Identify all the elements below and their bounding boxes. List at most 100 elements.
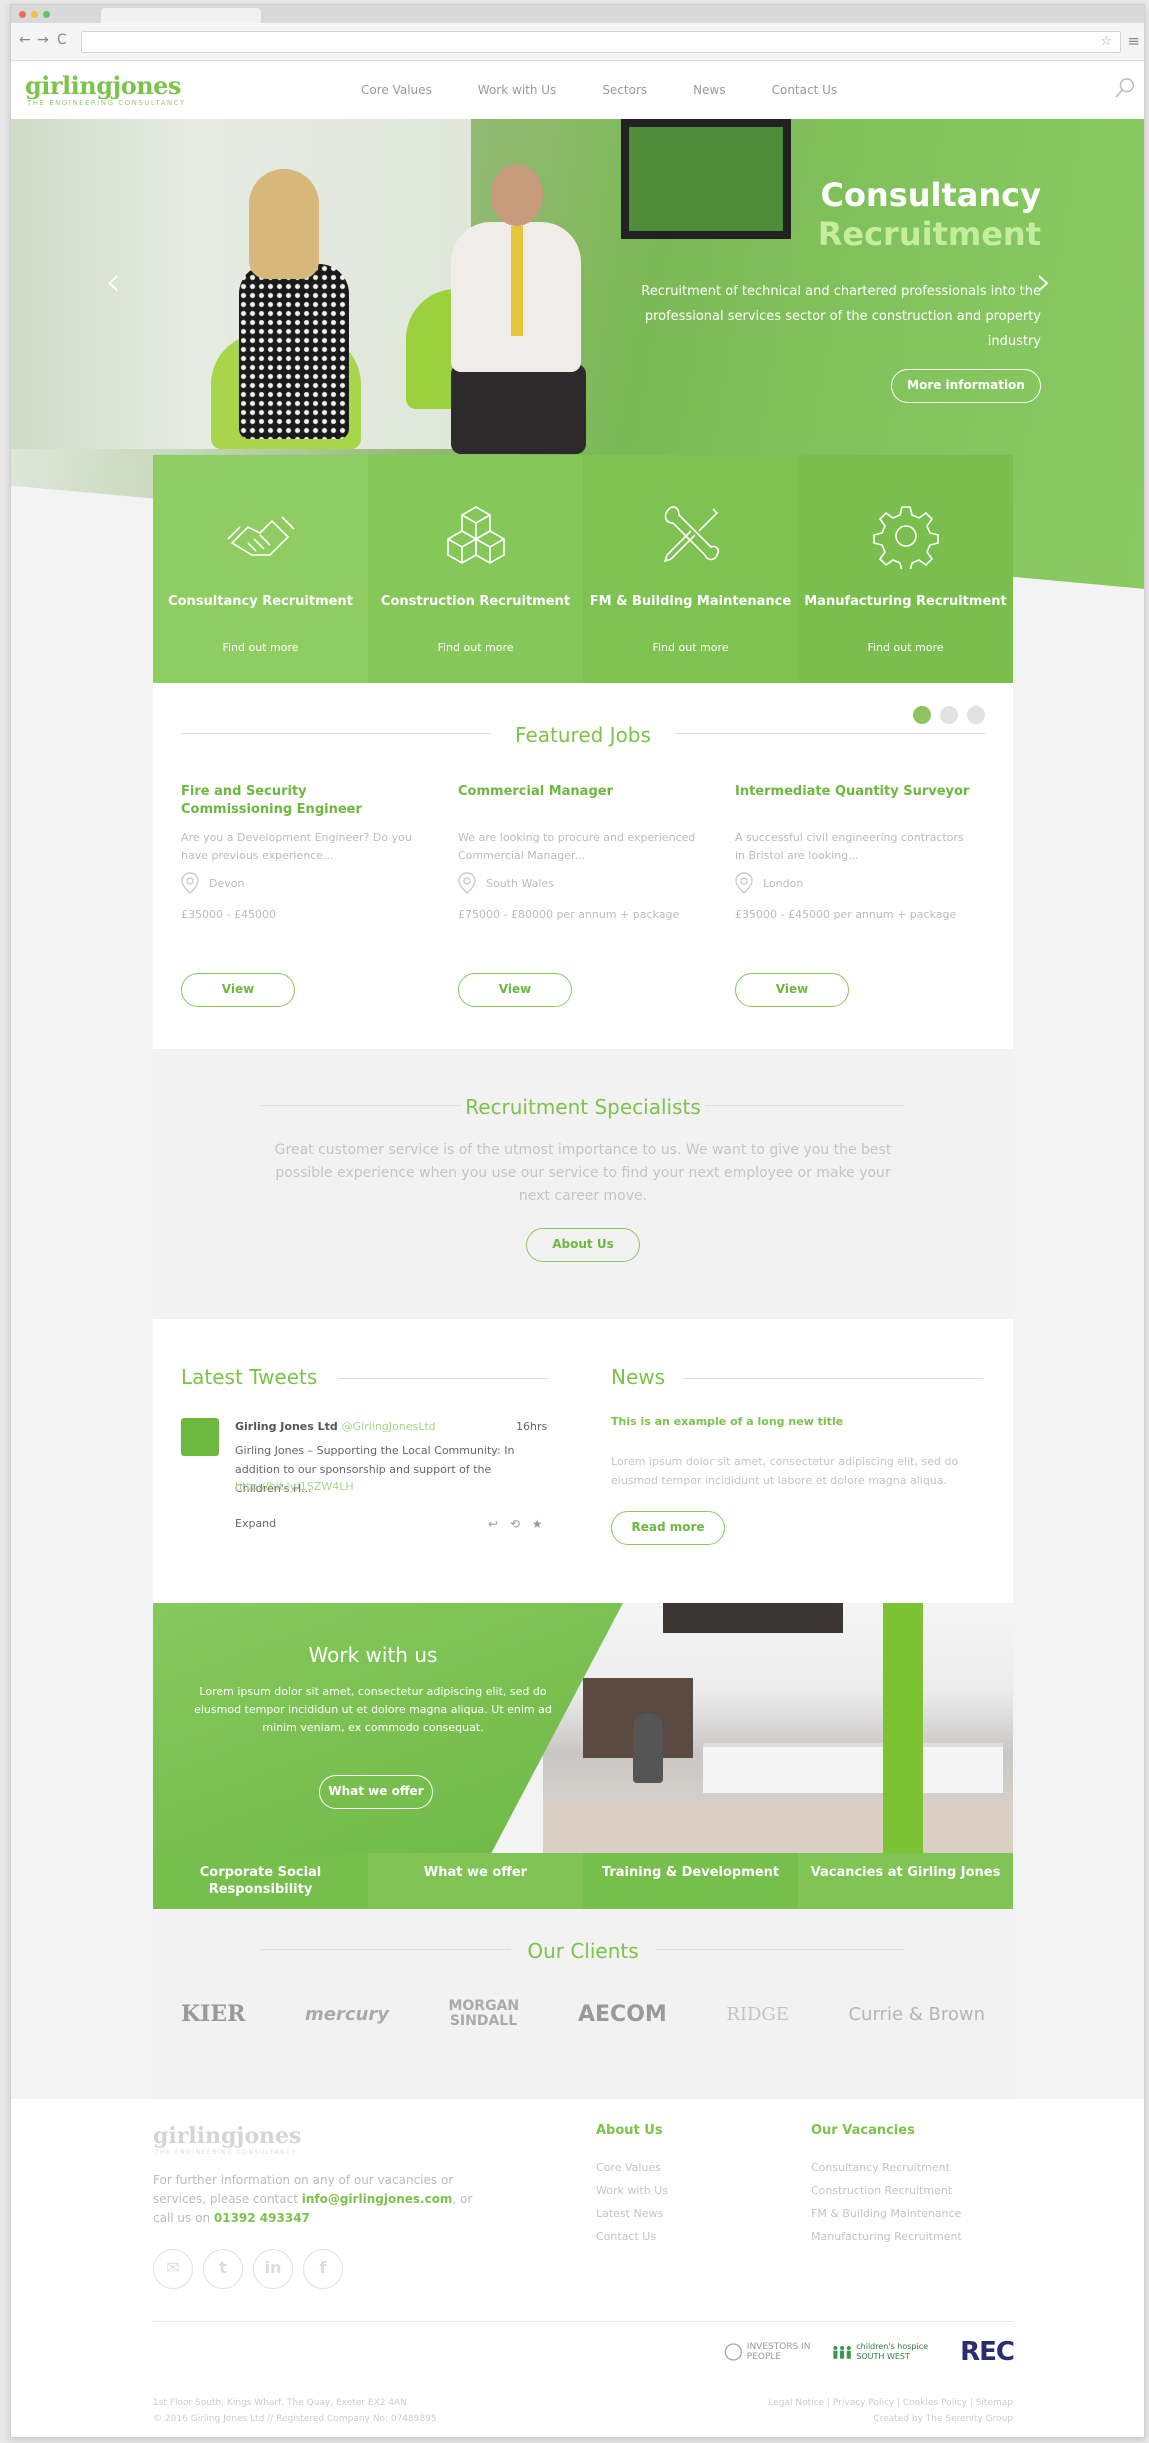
gear-icon xyxy=(872,506,939,569)
footer-link[interactable]: Work with Us xyxy=(596,2179,668,2202)
tab-what-we-offer[interactable]: What we offer xyxy=(368,1853,583,1909)
footer-phone-link[interactable]: 01392 493347 xyxy=(214,2211,310,2225)
back-icon[interactable]: ← xyxy=(19,32,31,48)
linkedin-icon[interactable]: in xyxy=(253,2249,293,2289)
service-consultancy[interactable]: Consultancy Recruitment Find out more xyxy=(153,455,368,683)
location-pin-icon xyxy=(735,872,753,894)
reload-icon[interactable]: C xyxy=(57,32,67,48)
browser-tab[interactable] xyxy=(101,8,261,23)
footer-link[interactable]: FM & Building Maintenance xyxy=(811,2202,962,2225)
service-construction[interactable]: Construction Recruitment Find out more xyxy=(368,455,583,683)
what-we-offer-button[interactable]: What we offer xyxy=(319,1775,433,1809)
close-window-icon[interactable] xyxy=(19,11,26,18)
footer-about-column: About Us Core Values Work with Us Latest… xyxy=(596,2123,668,2248)
service-link[interactable]: Find out more xyxy=(583,641,798,654)
work-with-us-section: Work with us Lorem ipsum dolor sit amet,… xyxy=(153,1603,1013,1853)
news-item-title[interactable]: This is an example of a long new title xyxy=(611,1415,843,1428)
forward-icon[interactable]: → xyxy=(37,32,49,48)
nav-contact-us[interactable]: Contact Us xyxy=(772,83,838,97)
footer-legal-links[interactable]: Legal Notice | Privacy Policy | Cookies … xyxy=(768,2395,1013,2411)
nav-news[interactable]: News xyxy=(693,83,725,97)
job-title[interactable]: Fire and Security Commissioning Engineer xyxy=(181,783,421,819)
service-title: Consultancy Recruitment xyxy=(168,594,353,609)
email-icon[interactable]: ✉ xyxy=(153,2249,193,2289)
job-location: South Wales xyxy=(458,872,698,894)
tweet-handle[interactable]: @GirlingJonesLtd xyxy=(342,1420,436,1433)
facebook-icon[interactable]: f xyxy=(303,2249,343,2289)
carousel-dots xyxy=(913,706,985,724)
more-information-button[interactable]: More information xyxy=(891,369,1041,403)
footer-link[interactable]: Consultancy Recruitment xyxy=(811,2156,962,2179)
job-description: We are looking to procure and experience… xyxy=(458,831,696,862)
view-job-button[interactable]: View xyxy=(181,973,295,1007)
partner-logos: INVESTORS IN PEOPLE children's hospice S… xyxy=(724,2337,1015,2367)
carousel-dot[interactable] xyxy=(967,706,985,724)
client-logo-ridge: RIDGE xyxy=(726,2003,789,2025)
nav-sectors[interactable]: Sectors xyxy=(602,83,647,97)
bookmark-star-icon[interactable]: ☆ xyxy=(1100,34,1112,49)
service-title: Construction Recruitment xyxy=(380,594,571,609)
specialists-title: Recruitment Specialists xyxy=(465,1095,701,1119)
carousel-dot[interactable] xyxy=(940,706,958,724)
clients-section: Our Clients KIER mercury MORGAN SINDALL … xyxy=(153,1909,1013,2099)
footer-link[interactable]: Manufacturing Recruitment xyxy=(811,2225,962,2248)
nav-core-values[interactable]: Core Values xyxy=(361,83,432,97)
nav-work-with-us[interactable]: Work with Us xyxy=(478,83,557,97)
footer-credit[interactable]: Created by The Serenity Group xyxy=(768,2411,1013,2427)
tweet-time: 16hrs xyxy=(516,1420,548,1433)
partner-rec: REC xyxy=(960,2337,1015,2367)
view-job-button[interactable]: View xyxy=(458,973,572,1007)
specialists-text: Great customer service is of the utmost … xyxy=(274,1142,892,1204)
footer-email-link[interactable]: info@girlingjones.com xyxy=(302,2192,453,2206)
footer-divider xyxy=(153,2321,1013,2322)
client-logos: KIER mercury MORGAN SINDALL AECOM RIDGE … xyxy=(181,1999,985,2029)
office-photo xyxy=(543,1603,1013,1853)
browser-window: ← → C ☆ ≡ girlingjones THE ENGINEERING C… xyxy=(10,4,1145,2438)
service-fm-building[interactable]: FM & Building Maintenance Find out more xyxy=(583,455,798,683)
footer-bottom: 1st Floor South, Kings Wharf, The Quay, … xyxy=(153,2395,1013,2427)
tweet-actions-icons[interactable]: ↩ ⟲ ★ xyxy=(488,1517,547,1531)
work-with-us-title: Work with us xyxy=(308,1643,438,1667)
site-logo[interactable]: girlingjones xyxy=(25,71,181,100)
footer-link[interactable]: Latest News xyxy=(596,2202,668,2225)
search-icon[interactable] xyxy=(1114,77,1136,99)
read-more-button[interactable]: Read more xyxy=(611,1511,725,1545)
site-header: girlingjones THE ENGINEERING CONSULTANCY… xyxy=(11,61,1144,119)
job-title[interactable]: Commercial Manager xyxy=(458,783,698,819)
tab-vacancies[interactable]: Vacancies at Girling Jones xyxy=(798,1853,1013,1909)
tweet-link[interactable]: http://bit.ly/1SZW4LH xyxy=(235,1480,354,1493)
minimize-window-icon[interactable] xyxy=(31,11,38,18)
service-link[interactable]: Find out more xyxy=(153,641,368,654)
tweet-author[interactable]: Girling Jones Ltd @GirlingJonesLtd xyxy=(235,1420,436,1433)
footer-link[interactable]: Contact Us xyxy=(596,2225,668,2248)
service-link[interactable]: Find out more xyxy=(368,641,583,654)
hero-photo-person xyxy=(229,169,349,439)
childrens-hospice-logo-icon xyxy=(833,2345,851,2359)
tab-corporate-social-responsibility[interactable]: Corporate Social Responsibility xyxy=(153,1853,368,1909)
browser-menu-icon[interactable]: ≡ xyxy=(1127,32,1140,50)
footer-link[interactable]: Construction Recruitment xyxy=(811,2179,962,2202)
twitter-avatar[interactable] xyxy=(181,1418,219,1456)
footer-link[interactable]: Core Values xyxy=(596,2156,668,2179)
main-nav: Core Values Work with Us Sectors News Co… xyxy=(361,83,883,97)
hero-title-accent: Recruitment xyxy=(817,215,1041,253)
tweet-expand[interactable]: Expand xyxy=(235,1517,276,1530)
tab-training-development[interactable]: Training & Development xyxy=(583,1853,798,1909)
footer-logo[interactable]: girlingjones xyxy=(153,2123,301,2149)
about-us-button[interactable]: About Us xyxy=(526,1228,640,1262)
job-title[interactable]: Intermediate Quantity Surveyor xyxy=(735,783,975,819)
service-title: FM & Building Maintenance xyxy=(589,594,792,609)
hero-title: Consultancy xyxy=(820,176,1041,214)
job-location: Devon xyxy=(181,872,421,894)
address-bar[interactable]: ☆ xyxy=(81,31,1121,53)
service-manufacturing[interactable]: Manufacturing Recruitment Find out more xyxy=(798,455,1013,683)
carousel-dot[interactable] xyxy=(913,706,931,724)
service-link[interactable]: Find out more xyxy=(798,641,1013,654)
latest-tweets-title: Latest Tweets xyxy=(181,1365,318,1389)
hero-photo-person xyxy=(441,164,591,454)
maximize-window-icon[interactable] xyxy=(43,11,50,18)
twitter-icon[interactable]: t xyxy=(203,2249,243,2289)
chevron-left-icon[interactable]: ‹ xyxy=(105,259,121,305)
featured-jobs-section: Featured Jobs Fire and Security Commissi… xyxy=(153,683,1013,1049)
view-job-button[interactable]: View xyxy=(735,973,849,1007)
